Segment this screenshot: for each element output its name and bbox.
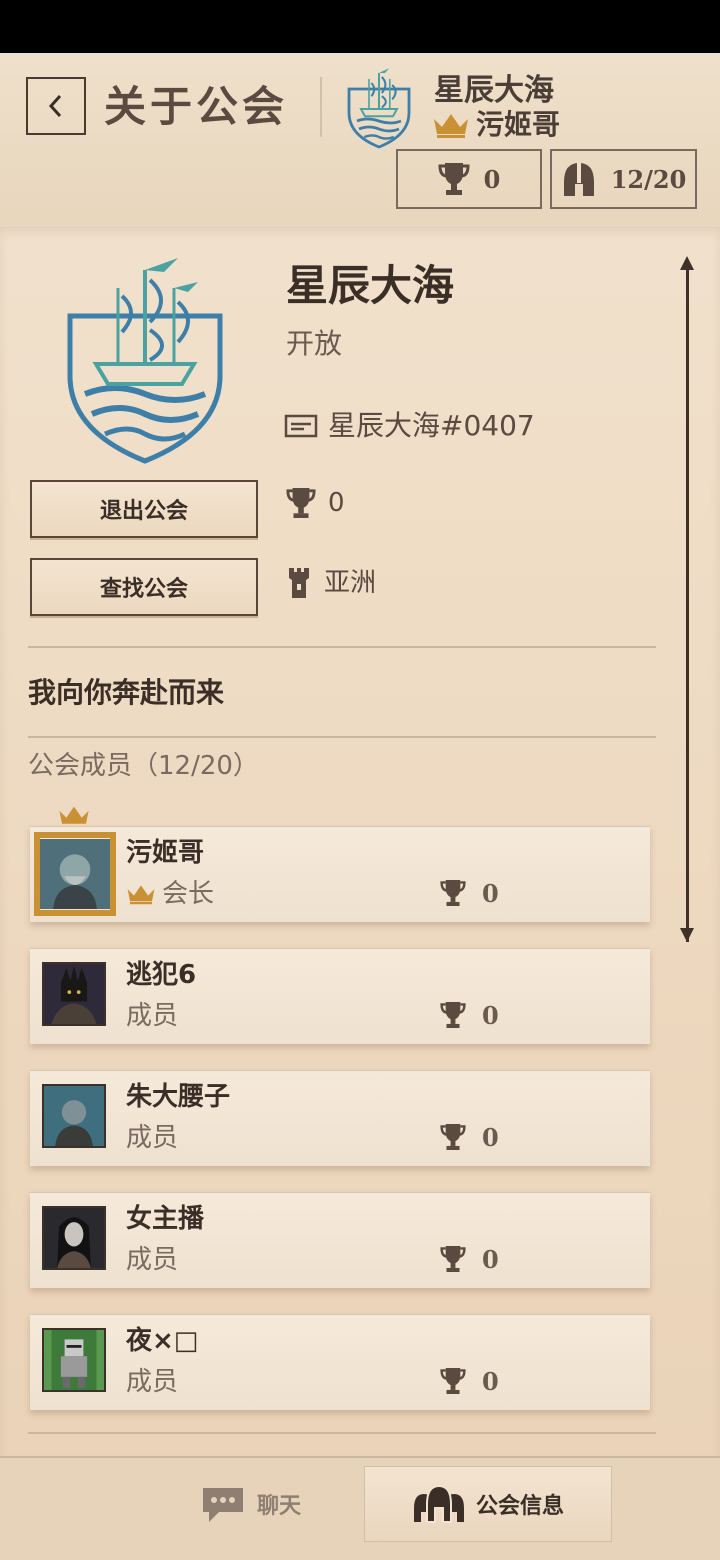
trophy-icon (440, 1124, 466, 1150)
guild-trophies-value: 0 (328, 488, 345, 518)
chevron-left-icon (48, 94, 62, 118)
member-name: 夜×□ (126, 1326, 199, 1356)
trophy-icon (440, 1246, 466, 1272)
chat-bubble-icon (202, 1488, 243, 1522)
member-name: 污姬哥 (126, 838, 205, 868)
guild-id: 星辰大海#0407 (284, 408, 535, 444)
page-title: 关于公会 (104, 82, 289, 131)
guild-emblem-large-icon (67, 258, 223, 464)
member-role: 成员 (126, 1123, 179, 1153)
member-role: 成员 (126, 1245, 179, 1275)
avatar (42, 1328, 106, 1392)
header-guild-name: 星辰大海 (434, 73, 554, 108)
member-trophies: 0 (440, 1122, 499, 1152)
guild-helmets-icon (413, 1484, 464, 1523)
guild-id-text: 星辰大海#0407 (328, 409, 535, 442)
guild-region-value: 亚洲 (324, 568, 377, 598)
guild-emblem-icon (347, 68, 411, 149)
back-button[interactable] (26, 77, 86, 135)
tab-chat[interactable]: 聊天 (150, 1466, 350, 1542)
trophy-count: 0 (483, 164, 501, 194)
member-row[interactable]: 女主播 成员 0 (30, 1192, 650, 1288)
status-bar (0, 0, 720, 53)
bottom-tab-bar: 聊天 公会信息 (0, 1456, 720, 1560)
divider (28, 646, 656, 648)
trophy-icon (440, 880, 466, 906)
member-trophies-value: 0 (482, 1366, 499, 1396)
header-leader: 污姬哥 (432, 107, 560, 143)
guild-trophies: 0 (286, 486, 345, 520)
guild-name: 星辰大海 (286, 261, 455, 310)
tower-icon (289, 568, 309, 598)
member-trophies-value: 0 (482, 878, 499, 908)
member-row[interactable]: 逃犯6 成员 0 (30, 948, 650, 1044)
member-role-label: 会长 (162, 879, 215, 909)
trophy-stat: 0 (396, 149, 542, 209)
crown-icon (434, 114, 468, 138)
guild-status: 开放 (286, 327, 343, 360)
member-role: 成员 (126, 1367, 179, 1397)
avatar (42, 1206, 106, 1270)
member-count-stat: 12/20 (550, 149, 697, 209)
member-trophies-value: 0 (482, 1000, 499, 1030)
member-name: 朱大腰子 (126, 1082, 231, 1112)
members-title: 公会成员（12/20） (28, 751, 259, 781)
crown-icon (127, 885, 155, 905)
member-row[interactable]: 朱大腰子 成员 0 (30, 1070, 650, 1166)
tab-guild-info-label: 公会信息 (475, 1494, 564, 1519)
member-trophies: 0 (440, 1244, 499, 1274)
member-trophies-value: 0 (482, 1244, 499, 1274)
helmet-icon (563, 163, 594, 196)
divider (28, 1432, 656, 1434)
guild-motto: 我向你奔赴而来 (28, 676, 225, 709)
header-divider (320, 77, 322, 137)
guild-info-panel: 星辰大海 开放 星辰大海#0407 退出公会 查找公会 0 亚洲 我向你奔赴而来… (0, 226, 720, 1456)
member-role: 成员 (126, 1001, 179, 1031)
member-name: 逃犯6 (126, 960, 197, 990)
member-count: 12/20 (610, 164, 687, 194)
trophy-icon (440, 1368, 466, 1394)
trophy-icon (440, 1002, 466, 1028)
member-role: 会长 (126, 876, 214, 912)
crown-icon (59, 806, 89, 824)
member-trophies-value: 0 (482, 1122, 499, 1152)
header-leader-name: 污姬哥 (476, 108, 561, 141)
member-name: 女主播 (126, 1204, 205, 1234)
header: 关于公会 星辰大海 污姬哥 0 12/20 (0, 53, 720, 225)
member-trophies: 0 (440, 1000, 499, 1030)
guild-region: 亚洲 (286, 566, 376, 600)
avatar (42, 962, 106, 1026)
scrollbar[interactable] (686, 262, 689, 942)
member-row[interactable]: 夜×□ 成员 0 (30, 1314, 650, 1410)
member-row-leader[interactable]: 污姬哥 会长 0 (30, 806, 650, 922)
leave-guild-button[interactable]: 退出公会 (30, 480, 258, 538)
member-trophies: 0 (440, 1366, 499, 1396)
tab-guild-info[interactable]: 公会信息 (364, 1466, 612, 1542)
find-guild-button[interactable]: 查找公会 (30, 558, 258, 616)
avatar (34, 832, 116, 916)
trophy-icon (438, 163, 470, 195)
id-card-icon (284, 414, 318, 438)
avatar (42, 1084, 106, 1148)
member-trophies: 0 (440, 878, 499, 908)
scrollbar-bottom (680, 928, 694, 942)
trophy-icon (286, 488, 316, 518)
tab-chat-label: 聊天 (256, 1494, 301, 1519)
divider (28, 736, 656, 738)
